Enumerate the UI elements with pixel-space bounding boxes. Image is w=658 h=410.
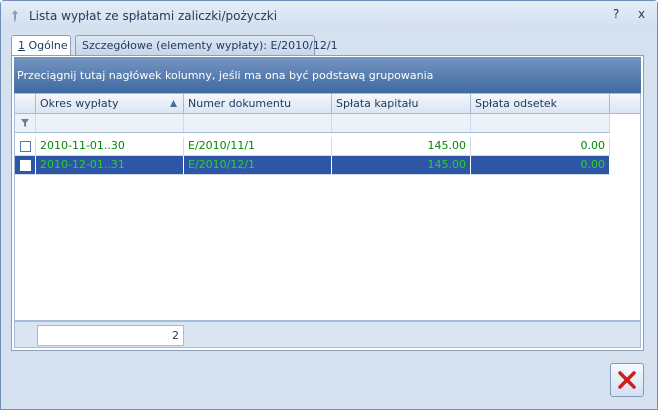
column-header-document[interactable]: Numer dokumentu bbox=[184, 94, 332, 113]
table-row[interactable]: 2010-11-01..30 E/2010/11/1 145.00 0.00 bbox=[15, 137, 610, 156]
group-by-panel[interactable]: Przeciągnij tutaj nagłówek kolumny, jeśl… bbox=[14, 57, 641, 93]
close-x-icon bbox=[618, 371, 636, 389]
cell-document: E/2010/12/1 bbox=[184, 156, 332, 174]
filter-cell-capital[interactable] bbox=[332, 114, 471, 132]
group-by-hint: Przeciągnij tutaj nagłówek kolumny, jeśl… bbox=[17, 69, 434, 82]
filter-row bbox=[15, 114, 610, 133]
dialog-window: Lista wypłat ze spłatami zaliczki/pożycz… bbox=[0, 0, 658, 410]
filter-cell-interest[interactable] bbox=[471, 114, 610, 132]
filter-icon bbox=[21, 119, 29, 127]
tab-details[interactable]: Szczegółowe (elementy wypłaty): E/2010/1… bbox=[75, 35, 338, 55]
title-bar[interactable]: Lista wypłat ze spłatami zaliczki/pożycz… bbox=[1, 1, 657, 31]
cell-period: 2010-12-01..31 bbox=[36, 156, 184, 174]
grid-header: Okres wypłaty Numer dokumentu Spłata kap… bbox=[15, 94, 640, 114]
cell-capital: 145.00 bbox=[332, 156, 471, 174]
grid-footer: 2 bbox=[14, 321, 641, 348]
help-button[interactable]: ? bbox=[613, 7, 619, 21]
window-title: Lista wypłat ze spłatami zaliczki/pożycz… bbox=[29, 9, 278, 23]
column-header-period-label: Okres wypłaty bbox=[40, 97, 119, 110]
tab-panel: Przeciągnij tutaj nagłówek kolumny, jeśl… bbox=[11, 55, 644, 351]
tab-general[interactable]: 1 Ogólne bbox=[11, 35, 71, 56]
cell-period: 2010-11-01..30 bbox=[36, 137, 184, 155]
sort-ascending-icon bbox=[170, 100, 177, 107]
column-header-capital[interactable]: Spłata kapitału bbox=[332, 94, 471, 113]
cell-interest: 0.00 bbox=[471, 156, 610, 174]
row-checkbox-cell bbox=[15, 156, 36, 174]
cell-document: E/2010/11/1 bbox=[184, 137, 332, 155]
record-count: 2 bbox=[37, 325, 184, 346]
row-checkbox[interactable] bbox=[20, 141, 31, 152]
column-header-period[interactable]: Okres wypłaty bbox=[36, 94, 184, 113]
row-checkbox-cell bbox=[15, 137, 36, 155]
header-checkbox-column bbox=[15, 94, 36, 113]
close-button[interactable] bbox=[610, 363, 644, 397]
filter-cell-icon[interactable] bbox=[15, 114, 36, 132]
column-header-interest[interactable]: Spłata odsetek bbox=[471, 94, 610, 113]
cell-capital: 145.00 bbox=[332, 137, 471, 155]
window-close-button[interactable]: x bbox=[638, 7, 645, 21]
filter-cell-period[interactable] bbox=[36, 114, 184, 132]
cell-interest: 0.00 bbox=[471, 137, 610, 155]
payouts-grid: Okres wypłaty Numer dokumentu Spłata kap… bbox=[14, 93, 641, 321]
app-icon bbox=[12, 10, 18, 23]
row-checkbox[interactable] bbox=[20, 160, 31, 171]
table-row-selected[interactable]: 2010-12-01..31 E/2010/12/1 145.00 0.00 bbox=[15, 156, 610, 175]
filter-cell-document[interactable] bbox=[184, 114, 332, 132]
